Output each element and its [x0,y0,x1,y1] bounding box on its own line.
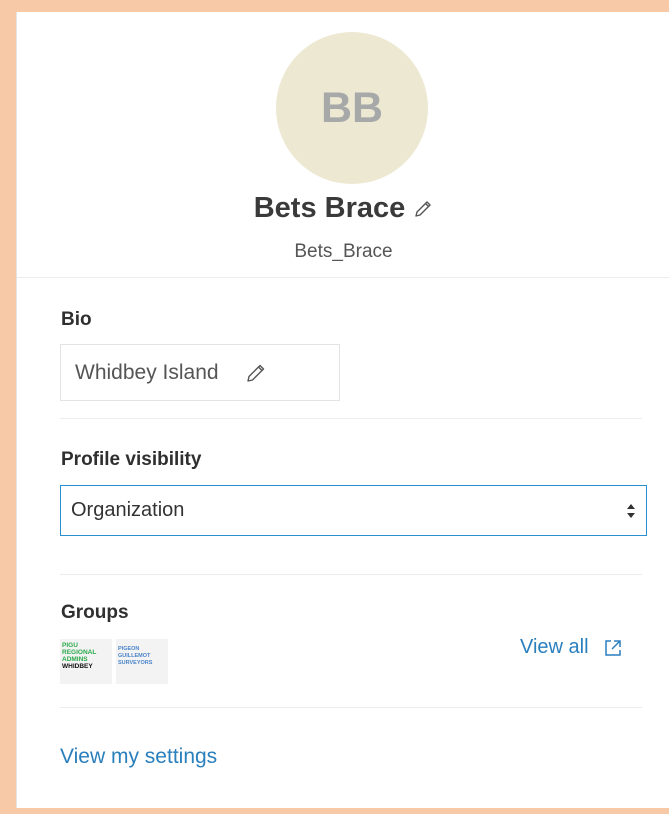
group-thumb-line: PIGU [62,642,78,649]
group-thumb-line: GUILLEMOT [118,653,151,659]
group-thumbnail-pigu-regional-admins[interactable]: PIGU REGIONAL ADMINS WHIDBEY [60,639,112,684]
group-thumb-line: PIGEON [118,646,140,652]
bio-label: Bio [61,309,92,330]
group-thumb-line: SURVEYORS [118,660,153,666]
avatar-initials: BB [320,83,384,132]
view-all-groups-link[interactable]: View all [520,636,623,659]
bio-value: Whidbey Island [75,360,219,384]
avatar: BB [276,32,428,184]
visibility-label: Profile visibility [61,449,202,470]
updown-arrows-icon [626,502,636,520]
view-all-label: View all [520,636,589,658]
profile-name: Bets Brace [253,192,406,224]
external-link-icon [603,638,623,658]
visibility-select[interactable]: Organization [60,485,647,536]
divider [60,418,642,419]
group-thumb-line: WHIDBEY [62,663,93,670]
divider [60,574,642,575]
divider [17,277,669,278]
visibility-selected-value: Organization [71,499,185,521]
group-thumb-line: ADMINS [62,656,88,663]
group-thumb-line: REGIONAL [62,649,97,656]
name-row: Bets Brace [17,192,669,225]
profile-card: BB Bets Brace Bets_Brace Bio Whidbey Isl… [16,12,669,808]
view-my-settings-link[interactable]: View my settings [60,745,217,769]
group-thumbnail-pigeon-guillemot-surveyors[interactable]: PIGEON GUILLEMOT SURVEYORS [116,639,168,684]
pencil-icon[interactable] [245,362,267,384]
bio-field[interactable]: Whidbey Island [60,344,340,401]
groups-label: Groups [61,602,129,623]
divider [60,707,642,708]
pencil-icon[interactable] [413,199,433,219]
profile-username: Bets_Brace [294,241,393,262]
